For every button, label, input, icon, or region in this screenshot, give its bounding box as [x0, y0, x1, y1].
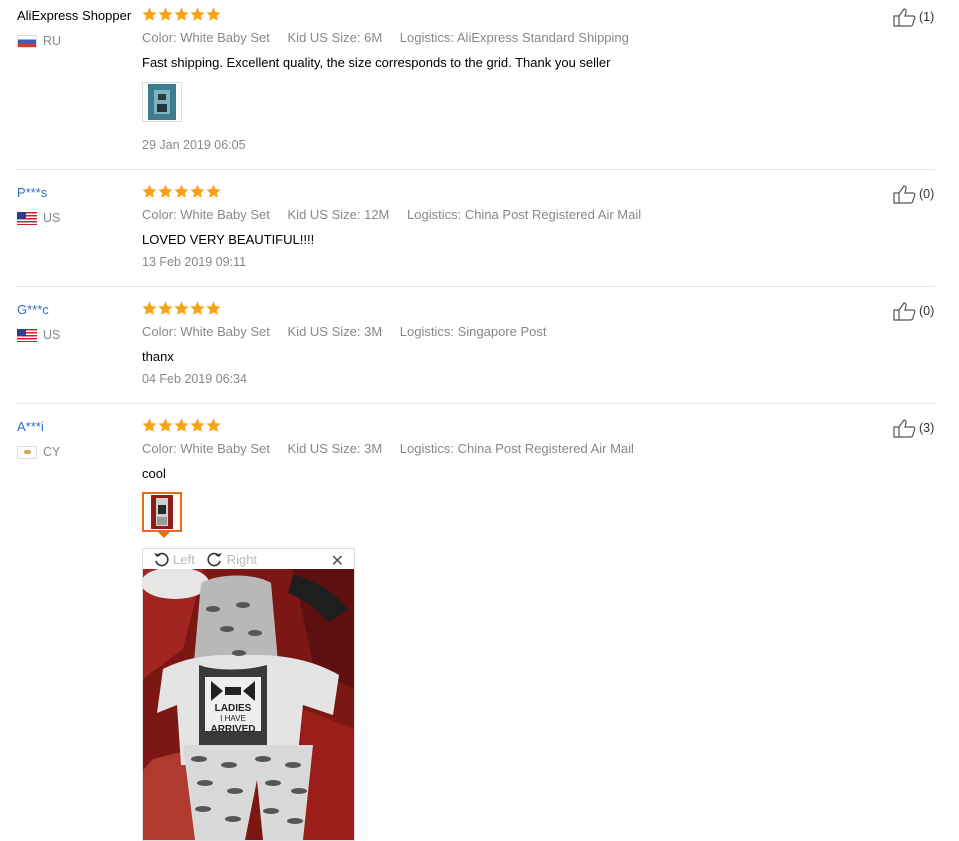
country-code: US — [43, 328, 61, 342]
size-attr: Kid US Size: 3M — [287, 441, 383, 456]
color-attr: Color: White Baby Set — [142, 441, 270, 456]
thumbs-up-icon — [893, 419, 916, 438]
helpful-count: (0) — [919, 304, 935, 318]
usa-flag-icon — [17, 328, 37, 342]
photo-text-1: LADIES — [215, 703, 252, 714]
size-attr: Kid US Size: 3M — [287, 324, 383, 339]
helpful-button[interactable]: (3) — [893, 418, 934, 438]
color-attr: Color: White Baby Set — [142, 207, 270, 222]
rotate-right-button[interactable]: Right — [207, 551, 257, 567]
divider — [16, 169, 935, 170]
star-rating — [142, 184, 221, 199]
photo-text-2: I HAVE — [220, 714, 246, 723]
star-icon — [174, 7, 189, 21]
rotate-right-icon — [207, 552, 222, 567]
star-icon — [206, 301, 221, 315]
thumbs-up-icon — [893, 302, 916, 321]
review-text: thanx — [142, 349, 174, 364]
star-icon — [190, 7, 205, 21]
color-attr: Color: White Baby Set — [142, 324, 270, 339]
rotate-left-button[interactable]: Left — [153, 551, 195, 567]
review-photo-large[interactable]: LADIES I HAVE ARRIVED — [143, 569, 354, 840]
star-icon — [142, 301, 157, 315]
star-icon — [142, 418, 157, 432]
star-icon — [174, 418, 189, 432]
rotate-right-label: Right — [226, 551, 258, 567]
rotate-left-icon — [154, 552, 169, 567]
country-code: CY — [43, 445, 61, 459]
review-date: 04 Feb 2019 06:34 — [142, 372, 247, 386]
review-meta: Color: White Baby Set Kid US Size: 6M Lo… — [142, 30, 643, 45]
country-code: RU — [43, 34, 62, 48]
star-rating — [142, 418, 221, 433]
review-meta: Color: White Baby Set Kid US Size: 3M Lo… — [142, 324, 561, 339]
helpful-button[interactable]: (0) — [893, 184, 934, 204]
divider — [16, 403, 935, 404]
review-meta: Color: White Baby Set Kid US Size: 12M L… — [142, 207, 655, 222]
star-icon — [206, 7, 221, 21]
helpful-count: (1) — [919, 10, 935, 24]
russia-flag-icon — [17, 34, 37, 48]
divider — [16, 286, 935, 287]
thumbs-up-icon — [893, 8, 916, 27]
close-icon[interactable]: ✕ — [331, 551, 344, 571]
reviewer-name[interactable]: P***s — [17, 185, 47, 200]
reviewer-country: CY — [17, 445, 60, 459]
size-attr: Kid US Size: 12M — [287, 207, 390, 222]
review-text: LOVED VERY BEAUTIFUL!!!! — [142, 232, 315, 247]
star-rating — [142, 7, 221, 22]
star-icon — [142, 184, 157, 198]
photo-viewer: Left Right ✕ LADIES I HAVE ARRIVED — [142, 548, 355, 841]
rotate-left-label: Left — [173, 551, 195, 567]
review-photo-thumb-selected[interactable] — [142, 492, 182, 538]
helpful-count: (0) — [919, 187, 935, 201]
helpful-count: (3) — [919, 421, 935, 435]
helpful-button[interactable]: (0) — [893, 301, 934, 321]
color-attr: Color: White Baby Set — [142, 30, 270, 45]
star-icon — [190, 301, 205, 315]
size-attr: Kid US Size: 6M — [287, 30, 383, 45]
star-icon — [206, 418, 221, 432]
star-icon — [190, 418, 205, 432]
star-icon — [190, 184, 205, 198]
star-icon — [158, 418, 173, 432]
reviewer-country: US — [17, 211, 60, 225]
reviewer-name: AliExpress Shopper — [17, 8, 132, 23]
helpful-button[interactable]: (1) — [893, 7, 934, 27]
review-meta: Color: White Baby Set Kid US Size: 3M Lo… — [142, 441, 648, 456]
reviewer-name[interactable]: A***i — [17, 419, 44, 434]
photo-thumbnail-icon — [148, 84, 176, 120]
photo-viewer-toolbar: Left Right ✕ — [143, 549, 354, 571]
logistics-attr: Logistics: China Post Registered Air Mai… — [407, 207, 642, 222]
review-text: cool — [142, 466, 166, 481]
star-icon — [174, 184, 189, 198]
logistics-attr: Logistics: Singapore Post — [399, 324, 547, 339]
star-icon — [158, 301, 173, 315]
star-icon — [158, 7, 173, 21]
country-code: US — [43, 211, 61, 225]
star-icon — [206, 184, 221, 198]
photo-text-3: ARRIVED — [210, 724, 255, 735]
thumbs-up-icon — [893, 185, 916, 204]
review-photo-thumb[interactable] — [142, 82, 182, 122]
star-icon — [158, 184, 173, 198]
cyprus-flag-icon — [17, 445, 37, 459]
reviewer-name[interactable]: G***c — [17, 302, 49, 317]
star-icon — [174, 301, 189, 315]
reviewer-country: US — [17, 328, 60, 342]
logistics-attr: Logistics: AliExpress Standard Shipping — [399, 30, 629, 45]
reviewer-country: RU — [17, 34, 61, 48]
review-date: 13 Feb 2019 09:11 — [142, 255, 247, 269]
review-date: 29 Jan 2019 06:05 — [142, 138, 246, 152]
usa-flag-icon — [17, 211, 37, 225]
star-icon — [142, 7, 157, 21]
logistics-attr: Logistics: China Post Registered Air Mai… — [399, 441, 634, 456]
photo-thumbnail-icon — [151, 495, 173, 529]
review-text: Fast shipping. Excellent quality, the si… — [142, 55, 611, 70]
star-rating — [142, 301, 221, 316]
